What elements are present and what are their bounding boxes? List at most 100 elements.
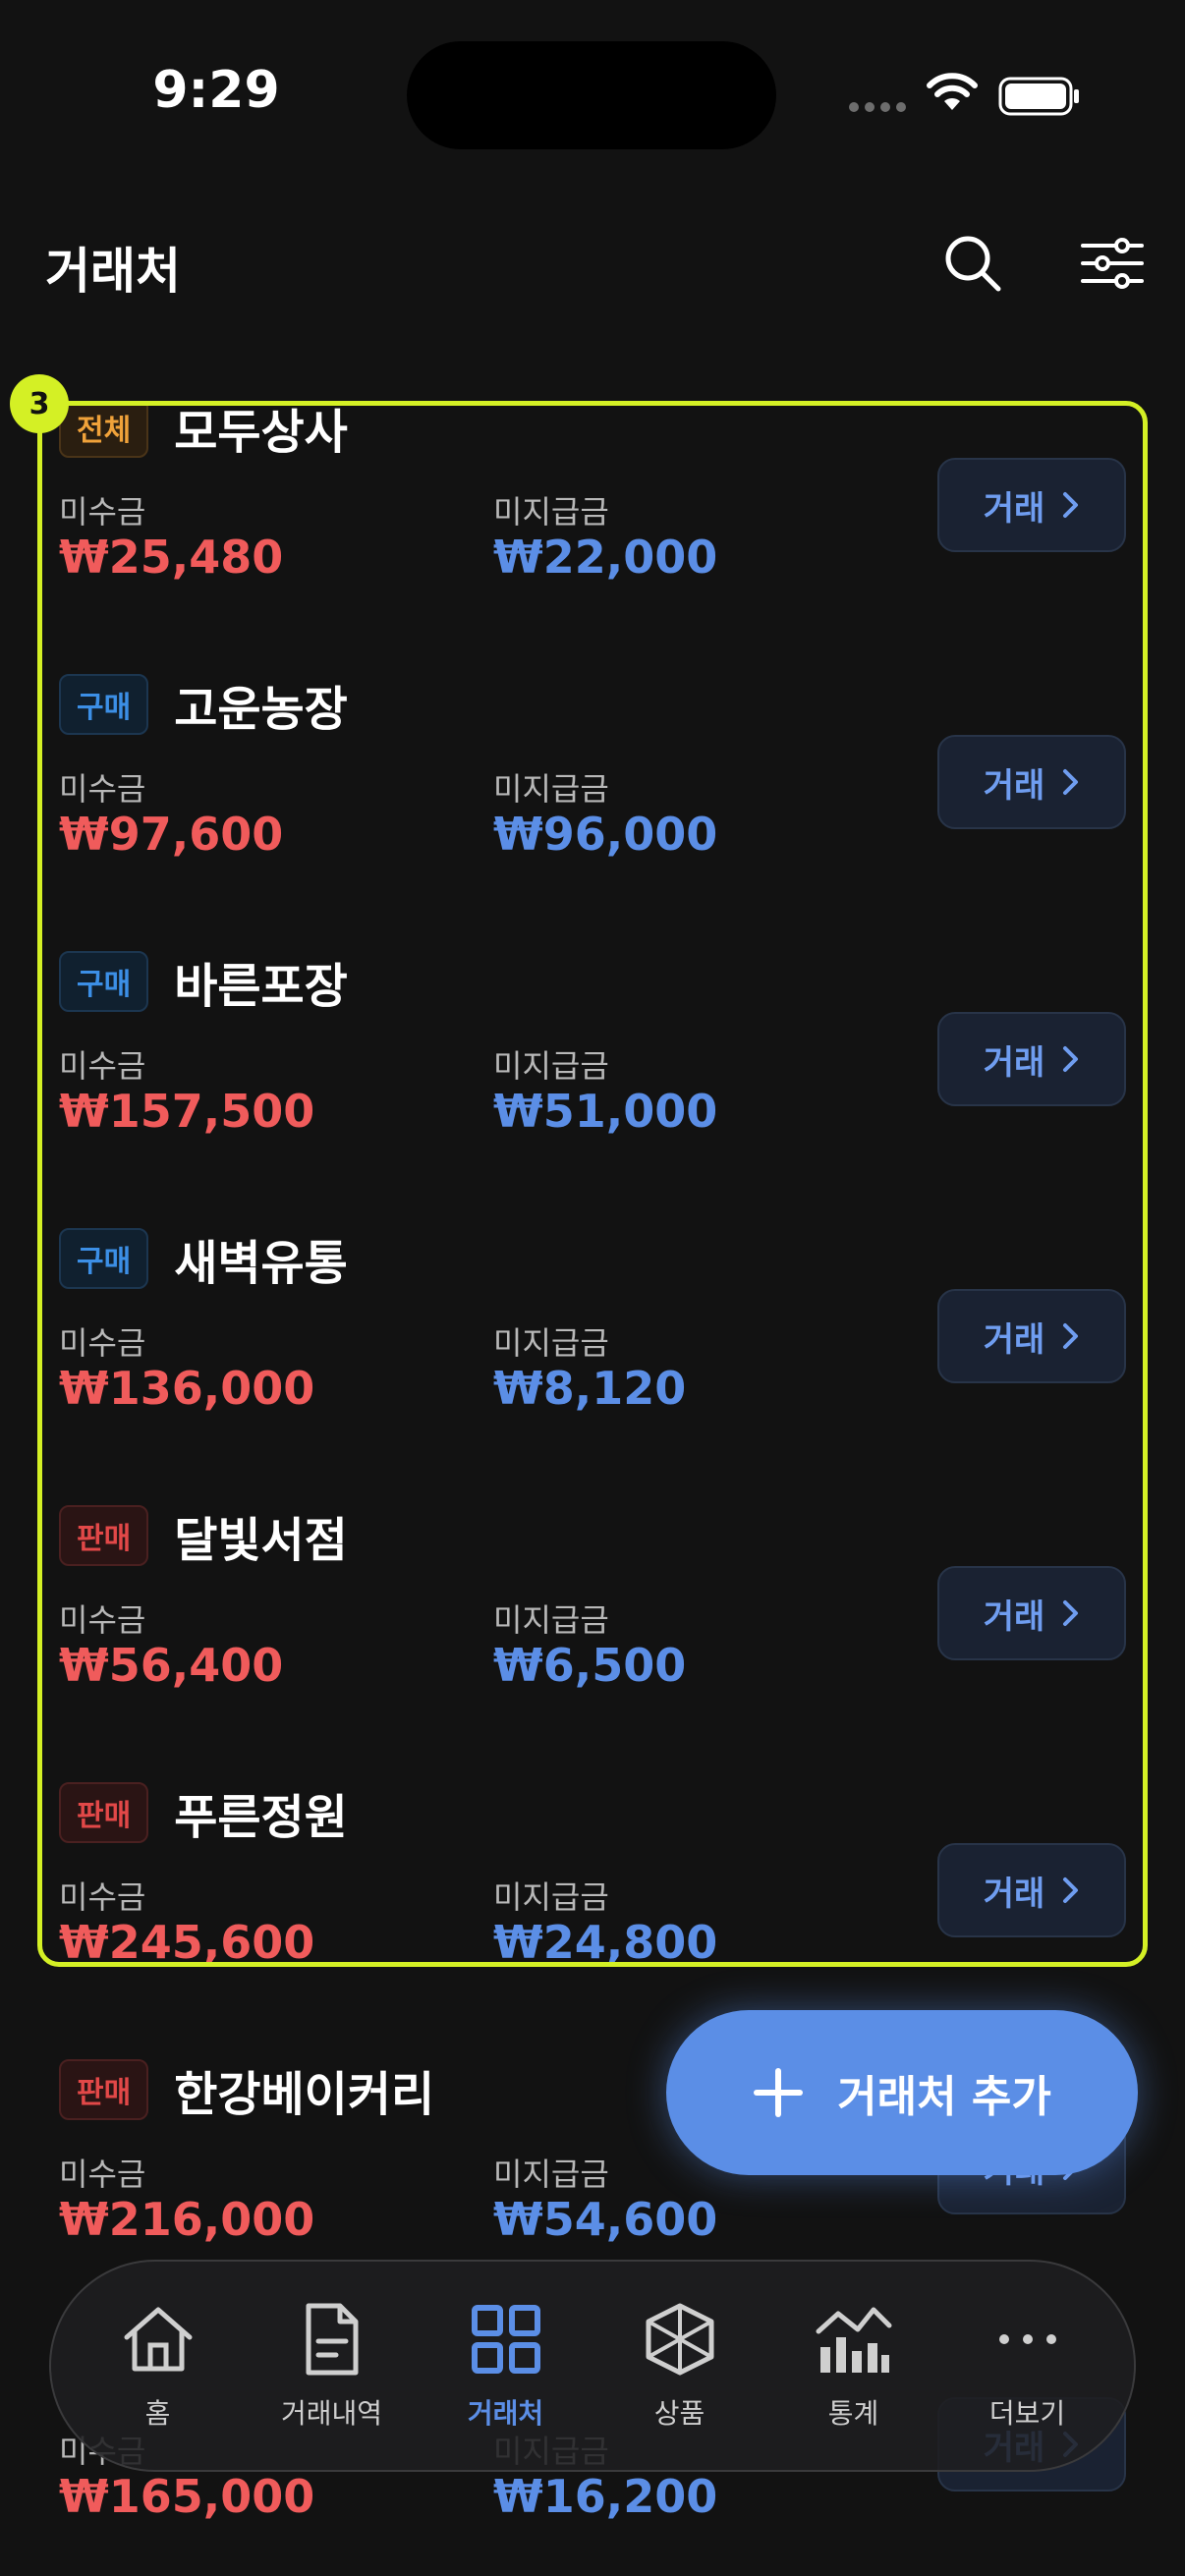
trade-button[interactable]: 거래 (937, 735, 1126, 829)
chevron-right-icon (1063, 769, 1079, 795)
filter-button[interactable] (1077, 228, 1148, 299)
chevron-right-icon (1063, 1046, 1079, 1072)
payable-label: 미지급금 (493, 1047, 609, 1085)
vendor-header: 구매 바른포장 (59, 947, 348, 1016)
vendor-name: 새벽유통 (174, 1236, 348, 1291)
wifi-icon (927, 73, 978, 110)
bottom-nav: 홈 거래내역 거래처 상품 통계 더보기 (49, 2260, 1136, 2472)
nav-item-stats[interactable]: 통계 (770, 2300, 937, 2432)
vendor-header: 전체 모두상사 (59, 403, 348, 462)
nav-label-history: 거래내역 (280, 2397, 383, 2430)
receivable-label: 미수금 (59, 1601, 146, 1639)
highlight-badge: 3 (10, 374, 69, 433)
vendor-header: 판매 푸른정원 (59, 1778, 348, 1847)
payable-label: 미지급금 (493, 1324, 609, 1362)
vendor-type-badge: 구매 (59, 951, 149, 1012)
receivable-amount: ₩136,000 (59, 1362, 315, 1415)
vendor-row[interactable]: 전체 모두상사 미수금 ₩25,480 미지급금 ₩22,000 거래 (0, 403, 1185, 658)
battery-icon (998, 77, 1079, 116)
vendor-name: 바른포장 (174, 959, 348, 1014)
receivable-label: 미수금 (59, 493, 146, 531)
receivable-label: 미수금 (59, 1047, 146, 1085)
payable-amount: ₩16,200 (493, 2470, 718, 2523)
plus-icon (754, 2068, 804, 2117)
vendor-name: 달빛서점 (174, 1513, 348, 1568)
trade-button[interactable]: 거래 (937, 1843, 1126, 1937)
vendor-name: 푸른정원 (174, 1790, 348, 1845)
trade-button-label: 거래 (983, 488, 1045, 529)
nav-item-vendors[interactable]: 거래처 (423, 2300, 590, 2432)
box-icon (646, 2303, 713, 2376)
payable-label: 미지급금 (493, 493, 609, 531)
home-icon (124, 2307, 192, 2372)
trade-button[interactable]: 거래 (937, 1012, 1126, 1106)
vendor-row[interactable]: 구매 새벽유통 미수금 ₩136,000 미지급금 ₩8,120 거래 (0, 1212, 1185, 1489)
vendor-type-badge: 판매 (59, 2059, 149, 2120)
payable-amount: ₩6,500 (493, 1639, 687, 1692)
vendor-row[interactable]: 구매 고운농장 미수금 ₩97,600 미지급금 ₩96,000 거래 (0, 658, 1185, 935)
payable-label: 미지급금 (493, 2156, 609, 2193)
nav-item-history[interactable]: 거래내역 (249, 2300, 416, 2432)
payable-amount: ₩8,120 (493, 1362, 687, 1415)
receivable-amount: ₩216,000 (59, 2193, 315, 2246)
payable-amount: ₩24,800 (493, 1916, 718, 1969)
payable-amount: ₩51,000 (493, 1085, 718, 1138)
document-icon (306, 2303, 358, 2376)
payable-label: 미지급금 (493, 770, 609, 808)
chevron-right-icon (1063, 492, 1079, 518)
vendor-name: 모두상사 (174, 405, 348, 460)
vendor-type-badge: 구매 (59, 674, 149, 735)
payable-amount: ₩54,600 (493, 2193, 718, 2246)
chart-icon (816, 2307, 891, 2373)
add-vendor-button[interactable]: 거래처 추가 (666, 2010, 1138, 2175)
search-icon (945, 236, 1001, 292)
trade-button[interactable]: 거래 (937, 1566, 1126, 1660)
receivable-amount: ₩97,600 (59, 808, 284, 861)
vendor-row[interactable]: 판매 달빛서점 미수금 ₩56,400 미지급금 ₩6,500 거래 (0, 1489, 1185, 1766)
chevron-right-icon (1063, 1877, 1079, 1903)
vendor-header: 구매 새벽유통 (59, 1224, 348, 1293)
trade-button[interactable]: 거래 (937, 458, 1126, 552)
receivable-amount: ₩157,500 (59, 1085, 315, 1138)
vendor-name: 한강베이커리 (174, 2067, 435, 2122)
add-vendor-label: 거래처 추가 (837, 2072, 1051, 2122)
nav-label-home: 홈 (144, 2397, 171, 2430)
payable-label: 미지급금 (493, 1601, 609, 1639)
trade-button-label: 거래 (983, 765, 1045, 806)
receivable-label: 미수금 (59, 770, 146, 808)
vendor-header: 판매 달빛서점 (59, 1501, 348, 1570)
receivable-label: 미수금 (59, 1324, 146, 1362)
vendor-row[interactable]: 구매 바른포장 미수금 ₩157,500 미지급금 ₩51,000 거래 (0, 935, 1185, 1212)
sliders-icon (1081, 238, 1144, 289)
more-icon (998, 2334, 1056, 2344)
nav-item-products[interactable]: 상품 (596, 2300, 763, 2432)
vendor-list[interactable]: 전체 모두상사 미수금 ₩25,480 미지급금 ₩22,000 거래 구매 고… (0, 403, 1185, 2576)
nav-label-stats: 통계 (827, 2397, 879, 2430)
trade-button-label: 거래 (983, 1596, 1045, 1637)
vendor-header: 판매 한강베이커리 (59, 2055, 434, 2124)
vendor-type-badge: 판매 (59, 1782, 149, 1843)
trade-button[interactable]: 거래 (937, 1289, 1126, 1383)
chevron-right-icon (1063, 1323, 1079, 1349)
receivable-amount: ₩245,600 (59, 1916, 315, 1969)
trade-button-label: 거래 (983, 1874, 1045, 1914)
receivable-amount: ₩25,480 (59, 531, 284, 584)
receivable-amount: ₩56,400 (59, 1639, 284, 1692)
nav-item-more[interactable]: 더보기 (944, 2300, 1111, 2432)
cellular-signal-icon (849, 102, 906, 112)
grid-icon (471, 2305, 540, 2374)
search-button[interactable] (937, 228, 1008, 299)
receivable-amount: ₩165,000 (59, 2470, 315, 2523)
trade-button-label: 거래 (983, 1319, 1045, 1360)
trade-button-label: 거래 (983, 1042, 1045, 1083)
status-bar: 9:29 (0, 0, 1185, 187)
status-time: 9:29 (152, 61, 280, 120)
nav-item-home[interactable]: 홈 (75, 2300, 242, 2432)
nav-label-more: 더보기 (988, 2397, 1066, 2430)
vendor-row[interactable]: 판매 푸른정원 미수금 ₩245,600 미지급금 ₩24,800 거래 (0, 1766, 1185, 2044)
vendor-type-badge: 구매 (59, 1228, 149, 1289)
payable-amount: ₩22,000 (493, 531, 718, 584)
vendor-header: 구매 고운농장 (59, 670, 348, 739)
payable-label: 미지급금 (493, 1878, 609, 1916)
vendor-type-badge: 전체 (59, 403, 149, 458)
